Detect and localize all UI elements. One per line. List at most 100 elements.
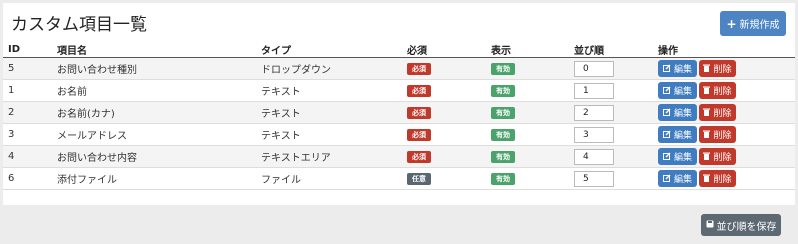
- custom-fields-panel: カスタム項目一覧 + 新規作成 ID 項目名 タイプ 必須 表示 並び順 操作 …: [3, 3, 795, 205]
- cell-required: 必須: [402, 79, 486, 102]
- required-badge: 必須: [407, 106, 431, 119]
- edit-icon: [662, 152, 671, 162]
- delete-button[interactable]: 削除: [699, 60, 736, 77]
- order-input[interactable]: [574, 60, 614, 77]
- cell-visible: 有効: [486, 167, 569, 190]
- delete-button[interactable]: 削除: [699, 82, 736, 99]
- cell-required: 必須: [402, 145, 486, 168]
- required-badge: 必須: [407, 62, 431, 75]
- cell-actions: 編集 削除: [653, 123, 795, 146]
- delete-button[interactable]: 削除: [699, 170, 736, 187]
- custom-fields-table: ID 項目名 タイプ 必須 表示 並び順 操作 5 お問い合わせ種別 ドロップダウン…: [3, 41, 795, 190]
- trash-icon: [703, 130, 711, 140]
- cell-name: メールアドレス: [52, 123, 256, 146]
- trash-icon: [703, 174, 711, 184]
- cell-name: 添付ファイル: [52, 167, 256, 190]
- edit-label: 編集: [673, 131, 692, 141]
- cell-id: 5: [3, 57, 52, 80]
- trash-icon: [703, 152, 711, 162]
- cell-visible: 有効: [486, 145, 569, 168]
- edit-label: 編集: [673, 65, 692, 75]
- visible-badge: 有効: [491, 128, 515, 141]
- cell-required: 任意: [402, 167, 486, 190]
- cell-actions: 編集 削除: [653, 101, 795, 124]
- cell-id: 2: [3, 101, 52, 124]
- save-order-button[interactable]: 並び順を保存: [701, 214, 781, 236]
- cell-type: テキスト: [256, 101, 402, 124]
- edit-label: 編集: [673, 175, 692, 185]
- cell-id: 3: [3, 123, 52, 146]
- edit-icon: [662, 64, 671, 74]
- edit-button[interactable]: 編集: [658, 104, 697, 121]
- table-header-row: ID 項目名 タイプ 必須 表示 並び順 操作: [3, 41, 795, 58]
- edit-label: 編集: [673, 153, 692, 163]
- cell-id: 1: [3, 79, 52, 102]
- cell-actions: 編集 削除: [653, 79, 795, 102]
- table-row: 2お名前(カナ)テキスト必須 有効 編集 削除: [3, 101, 795, 124]
- plus-icon: +: [726, 16, 737, 31]
- order-input[interactable]: [574, 148, 614, 165]
- col-name: 項目名: [52, 41, 256, 58]
- delete-button[interactable]: 削除: [699, 148, 736, 165]
- edit-button[interactable]: 編集: [658, 60, 697, 77]
- required-badge: 必須: [407, 128, 431, 141]
- order-input[interactable]: [574, 104, 614, 121]
- edit-label: 編集: [673, 87, 692, 97]
- cell-required: 必須: [402, 123, 486, 146]
- cell-actions: 編集 削除: [653, 145, 795, 168]
- edit-button[interactable]: 編集: [658, 170, 697, 187]
- cell-type: テキスト: [256, 79, 402, 102]
- page-title: カスタム項目一覧: [11, 15, 147, 35]
- edit-button[interactable]: 編集: [658, 82, 697, 99]
- col-actions: 操作: [653, 41, 795, 58]
- cell-name: お名前(カナ): [52, 101, 256, 124]
- delete-label: 削除: [713, 65, 732, 75]
- cell-order: [569, 167, 653, 190]
- table-row: 6添付ファイルファイル任意 有効 編集 削除: [3, 167, 795, 190]
- required-badge: 必須: [407, 150, 431, 163]
- cell-visible: 有効: [486, 123, 569, 146]
- cell-name: お問い合わせ内容: [52, 145, 256, 168]
- cell-required: 必須: [402, 101, 486, 124]
- visible-badge: 有効: [491, 84, 515, 97]
- table-row: 5お問い合わせ種別ドロップダウン必須 有効 編集 削除: [3, 57, 795, 80]
- edit-button[interactable]: 編集: [658, 126, 697, 143]
- table-row: 1お名前テキスト必須 有効 編集 削除: [3, 79, 795, 102]
- delete-label: 削除: [713, 131, 732, 141]
- table-row: 3メールアドレステキスト必須 有効 編集 削除: [3, 123, 795, 146]
- required-badge: 必須: [407, 84, 431, 97]
- required-badge: 任意: [407, 172, 431, 185]
- col-id: ID: [3, 41, 52, 58]
- cell-id: 6: [3, 167, 52, 190]
- delete-button[interactable]: 削除: [699, 104, 736, 121]
- col-visible: 表示: [486, 41, 569, 58]
- table-row: 4お問い合わせ内容テキストエリア必須 有効 編集 削除: [3, 145, 795, 168]
- trash-icon: [703, 108, 711, 118]
- edit-icon: [662, 130, 671, 140]
- new-field-button[interactable]: + 新規作成: [720, 11, 786, 36]
- col-required: 必須: [402, 41, 486, 58]
- save-order-label: 並び順を保存: [716, 221, 777, 233]
- order-input[interactable]: [574, 126, 614, 143]
- edit-icon: [662, 174, 671, 184]
- cell-actions: 編集 削除: [653, 167, 795, 190]
- order-input[interactable]: [574, 170, 614, 187]
- edit-button[interactable]: 編集: [658, 148, 697, 165]
- delete-button[interactable]: 削除: [699, 126, 736, 143]
- save-icon: [706, 220, 714, 230]
- cell-visible: 有効: [486, 101, 569, 124]
- delete-label: 削除: [713, 175, 732, 185]
- delete-label: 削除: [713, 153, 732, 163]
- cell-id: 4: [3, 145, 52, 168]
- cell-name: お問い合わせ種別: [52, 57, 256, 80]
- col-type: タイプ: [256, 41, 402, 58]
- edit-icon: [662, 86, 671, 96]
- cell-name: お名前: [52, 79, 256, 102]
- delete-label: 削除: [713, 109, 732, 119]
- order-input[interactable]: [574, 82, 614, 99]
- cell-type: ファイル: [256, 167, 402, 190]
- edit-icon: [662, 108, 671, 118]
- visible-badge: 有効: [491, 150, 515, 163]
- visible-badge: 有効: [491, 106, 515, 119]
- cell-type: テキスト: [256, 123, 402, 146]
